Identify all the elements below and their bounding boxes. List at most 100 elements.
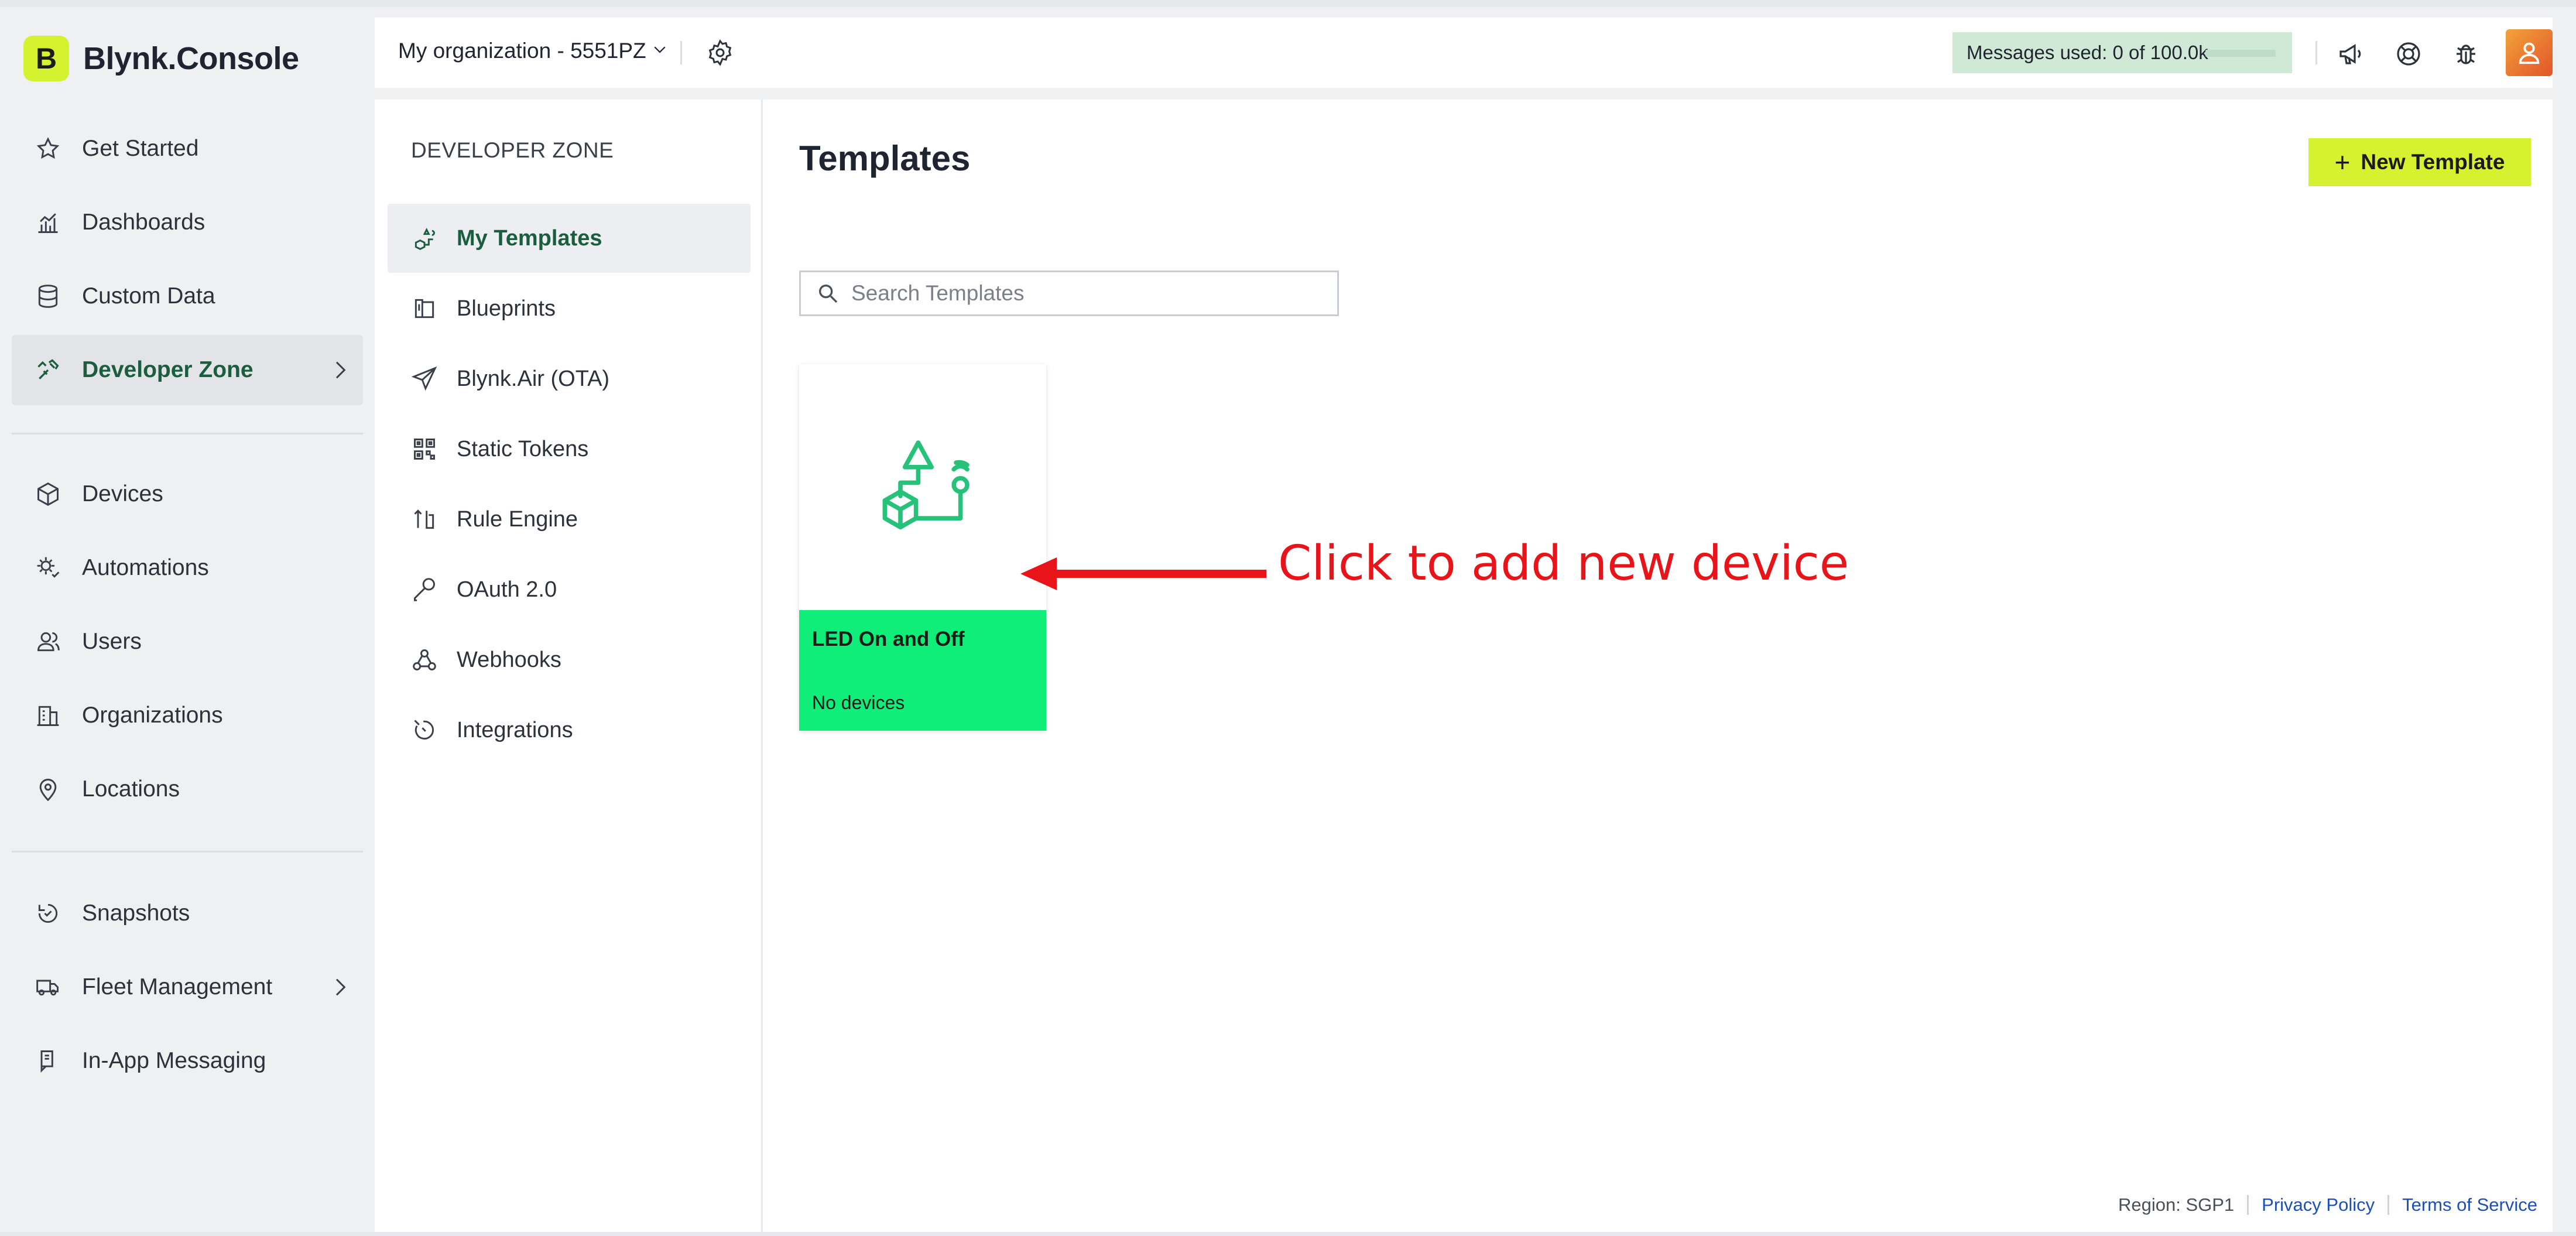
truck-icon [30,970,66,1005]
dev-zone-item-label: Rule Engine [457,506,578,532]
dev-zone-item-blueprints[interactable]: Blueprints [388,274,751,343]
templates-main: Templates + New Template LED On and Off … [763,100,2553,1235]
users-icon [30,624,66,659]
bug-icon[interactable] [2452,40,2480,68]
sidebar-item-devices[interactable]: Devices [12,459,363,529]
brand[interactable]: B Blynk.Console [23,29,299,88]
dev-zone-item-label: Blueprints [457,296,556,321]
plus-icon: + [2334,147,2351,177]
org-name: My organization - 5551PZ [398,39,646,63]
bottom-border [0,1232,2576,1236]
chevron-right-icon [328,357,351,386]
star-icon [30,131,66,166]
sidebar-item-label: Dashboards [82,210,205,235]
dev-zone-item-label: My Templates [457,225,602,251]
page-title: Templates [799,139,971,178]
sidebar-item-label: Get Started [82,136,199,161]
help-lifebuoy-icon[interactable] [2395,40,2423,68]
cube-icon [30,477,66,512]
dev-zone-item-webhooks[interactable]: Webhooks [388,625,751,694]
sidebar-item-snapshots[interactable]: Snapshots [12,878,363,949]
sidebar-item-custom-data[interactable]: Custom Data [12,261,363,331]
dev-zone-item-rule-engine[interactable]: Rule Engine [388,485,751,554]
sidebar-item-dashboards[interactable]: Dashboards [12,187,363,258]
search-input[interactable] [850,280,1321,306]
template-thumbnail [799,364,1046,610]
dev-zone-item-integrations[interactable]: Integrations [388,696,751,765]
announcement-icon[interactable] [2337,40,2365,68]
integrations-icon [409,714,440,746]
sidebar-item-label: Custom Data [82,283,215,309]
gear-icon[interactable] [706,39,734,67]
paper-plane-icon [409,363,440,395]
tools-icon [30,352,66,388]
header-divider [680,41,682,64]
search-templates[interactable] [799,271,1339,316]
annotation-text: Click to add new device [1278,536,1849,591]
dev-zone-item-label: OAuth 2.0 [457,577,557,602]
dev-zone-item-blynk-air[interactable]: Blynk.Air (OTA) [388,344,751,413]
qr-code-icon [409,433,440,465]
blueprint-icon [409,293,440,324]
dev-zone-item-oauth[interactable]: OAuth 2.0 [388,555,751,624]
chevron-down-icon [651,39,669,63]
building-icon [30,698,66,733]
region-label: Region: SGP1 [2118,1194,2235,1215]
dev-zone-item-static-tokens[interactable]: Static Tokens [388,415,751,484]
template-device-count: No devices [812,692,905,713]
chevron-right-icon [328,974,351,1003]
main-sidebar: B Blynk.Console Get Started Dashboards C… [0,7,375,1236]
sidebar-item-label: Locations [82,776,180,802]
template-device-icon [882,440,970,530]
dev-zone-item-my-templates[interactable]: My Templates [388,204,751,273]
footer-divider [2247,1195,2249,1215]
dev-zone-item-label: Blynk.Air (OTA) [457,366,610,391]
sidebar-item-label: Users [82,629,142,654]
sidebar-item-label: Snapshots [82,901,190,926]
template-name: LED On and Off [812,628,965,650]
sidebar-item-label: Developer Zone [82,357,254,382]
terms-of-service-link[interactable]: Terms of Service [2402,1194,2537,1216]
sidebar-item-automations[interactable]: Automations [12,533,363,603]
header-divider [2315,41,2317,64]
messages-usage[interactable]: Messages used: 0 of 100.0k [1952,32,2292,73]
org-selector[interactable]: My organization - 5551PZ [398,39,669,63]
dev-zone-item-label: Static Tokens [457,436,589,461]
sidebar-item-locations[interactable]: Locations [12,754,363,824]
sidebar-item-label: Organizations [82,703,223,728]
new-template-label: New Template [2361,150,2505,174]
sidebar-item-fleet-management[interactable]: Fleet Management [12,952,363,1022]
footer: Region: SGP1 Privacy Policy Terms of Ser… [2118,1194,2537,1216]
snapshot-icon [30,896,66,931]
sidebar-item-users[interactable]: Users [12,607,363,677]
developer-zone-title: DEVELOPER ZONE [411,138,614,162]
sidebar-item-organizations[interactable]: Organizations [12,680,363,751]
sidebar-item-get-started[interactable]: Get Started [12,114,363,184]
message-icon [30,1043,66,1078]
webhook-icon [409,644,440,676]
brand-logo-icon: B [23,36,69,81]
privacy-policy-link[interactable]: Privacy Policy [2262,1194,2375,1216]
new-template-button[interactable]: + New Template [2308,138,2531,186]
top-border [0,0,2576,7]
sidebar-item-label: Automations [82,555,209,580]
sidebar-item-in-app-messaging[interactable]: In-App Messaging [12,1026,363,1096]
automation-icon [30,550,66,586]
search-icon [816,282,840,305]
rule-engine-icon [409,504,440,535]
templates-icon [409,222,440,254]
chart-icon [30,205,66,240]
annotation-arrow [1020,557,1266,590]
database-icon [30,279,66,314]
user-avatar-icon[interactable] [2506,29,2553,76]
top-header: My organization - 5551PZ Messages used: … [375,18,2553,88]
brand-name: Blynk.Console [83,41,299,76]
location-pin-icon [30,772,66,807]
sidebar-item-label: Fleet Management [82,974,273,999]
template-card-footer: LED On and Off No devices [799,610,1046,731]
sidebar-item-label: In-App Messaging [82,1048,266,1073]
sidebar-item-developer-zone[interactable]: Developer Zone [12,335,363,405]
sidebar-divider [12,433,363,434]
template-card[interactable]: LED On and Off No devices [799,364,1046,731]
dev-zone-item-label: Webhooks [457,647,561,672]
